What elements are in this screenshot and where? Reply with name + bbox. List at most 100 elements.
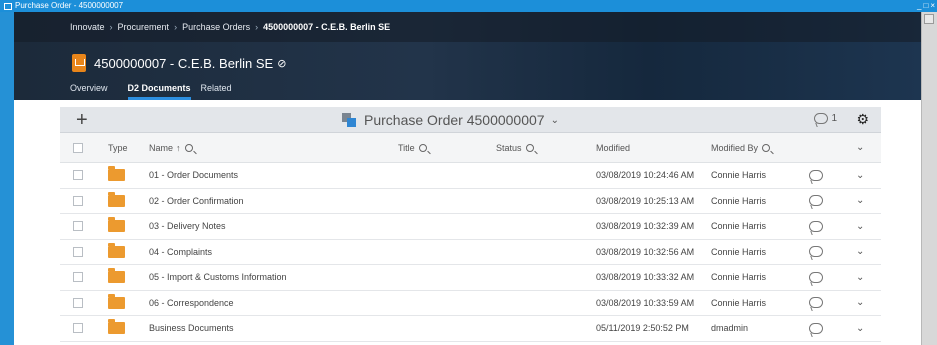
row-name[interactable]: Business Documents xyxy=(149,316,234,341)
row-checkbox[interactable] xyxy=(73,272,83,283)
comment-icon xyxy=(809,169,823,181)
row-comment-button[interactable] xyxy=(809,265,823,290)
search-icon[interactable] xyxy=(184,143,193,152)
expand-all-button[interactable]: ⌄ xyxy=(856,133,864,162)
breadcrumb-item-innovate[interactable]: Innovate xyxy=(70,22,105,32)
table-row[interactable]: 04 - Complaints 03/08/2019 10:32:56 AM C… xyxy=(60,240,881,265)
row-checkbox[interactable] xyxy=(73,246,83,257)
table-row[interactable]: 01 - Order Documents 03/08/2019 10:24:46… xyxy=(60,163,881,189)
vertical-scrollbar[interactable] xyxy=(921,12,937,345)
comments-button[interactable]: 1 xyxy=(814,113,837,124)
tab-overview[interactable]: Overview xyxy=(70,82,118,100)
row-checkbox[interactable] xyxy=(73,323,83,334)
row-modified-by: Connie Harris xyxy=(711,170,767,181)
comment-icon xyxy=(809,322,823,334)
maximize-button[interactable]: □ xyxy=(923,0,928,12)
row-checkbox[interactable] xyxy=(73,297,83,308)
minimize-button[interactable]: _ xyxy=(917,0,921,12)
row-checkbox[interactable] xyxy=(73,170,83,181)
breadcrumb-current: 4500000007 - C.E.B. Berlin SE xyxy=(263,22,391,32)
breadcrumb-separator-icon: › xyxy=(109,22,113,32)
row-select-cell xyxy=(73,163,83,188)
tab-related[interactable]: Related xyxy=(201,82,242,100)
column-header-status-label: Status xyxy=(496,142,522,153)
row-comment-button[interactable] xyxy=(809,214,823,239)
table-row[interactable]: 06 - Correspondence 03/08/2019 10:33:59 … xyxy=(60,291,881,316)
window-title: Purchase Order - 4500000007 xyxy=(15,1,124,10)
comment-icon xyxy=(809,220,823,232)
row-comment-button[interactable] xyxy=(809,189,823,214)
row-name[interactable]: 05 - Import & Customs Information xyxy=(149,265,287,290)
add-button[interactable]: + xyxy=(76,108,88,132)
row-expand-button[interactable]: ⌄ xyxy=(856,189,864,214)
chevron-down-icon: ⌄ xyxy=(856,297,865,309)
row-modified-by: dmadmin xyxy=(711,323,749,334)
row-type-cell xyxy=(108,189,125,214)
column-header-type[interactable]: Type xyxy=(108,133,128,162)
column-header-title[interactable]: Title xyxy=(398,133,427,162)
column-header-modified-by-label: Modified By xyxy=(711,142,759,153)
nav-tabs: Overview D2 Documents Related xyxy=(70,82,252,100)
comment-count: 1 xyxy=(831,113,837,124)
row-checkbox[interactable] xyxy=(73,195,83,206)
close-button[interactable]: × xyxy=(930,0,935,12)
purchase-order-icon xyxy=(72,54,86,72)
row-name[interactable]: 06 - Correspondence xyxy=(149,291,234,316)
row-type-cell xyxy=(108,214,125,239)
row-name[interactable]: 02 - Order Confirmation xyxy=(149,189,244,214)
table-row[interactable]: 05 - Import & Customs Information 03/08/… xyxy=(60,265,881,291)
column-header-modified[interactable]: Modified xyxy=(596,133,630,162)
row-select-cell xyxy=(73,291,83,316)
row-expand-button[interactable]: ⌄ xyxy=(856,316,864,341)
settings-button[interactable]: ⚙ xyxy=(856,111,869,128)
sort-ascending-icon[interactable]: ↑ xyxy=(176,143,181,153)
search-icon[interactable] xyxy=(418,143,427,152)
row-modified-by: Connie Harris xyxy=(711,297,767,308)
breadcrumb-item-procurement[interactable]: Procurement xyxy=(118,22,170,32)
search-icon[interactable] xyxy=(762,143,771,152)
row-comment-button[interactable] xyxy=(809,316,823,341)
row-modified-by: Connie Harris xyxy=(711,195,767,206)
panel-title-dropdown[interactable]: Purchase Order 4500000007 ⌄ xyxy=(342,107,559,133)
link-icon[interactable]: ⊘ xyxy=(277,57,286,70)
row-comment-button[interactable] xyxy=(809,240,823,265)
tab-d2-documents[interactable]: D2 Documents xyxy=(127,82,191,100)
table-header: Type Name ↑ Title Status Modified Modifi… xyxy=(60,133,881,163)
row-comment-button[interactable] xyxy=(809,291,823,316)
column-header-status[interactable]: Status xyxy=(496,133,534,162)
scroll-up-button[interactable] xyxy=(924,14,934,24)
folder-icon xyxy=(108,319,125,335)
select-all-checkbox[interactable] xyxy=(73,142,83,153)
column-header-name[interactable]: Name ↑ xyxy=(149,133,193,162)
column-header-title-label: Title xyxy=(398,142,415,153)
row-expand-button[interactable]: ⌄ xyxy=(856,265,864,290)
row-checkbox[interactable] xyxy=(73,221,83,232)
row-comment-button[interactable] xyxy=(809,163,823,188)
row-expand-button[interactable]: ⌄ xyxy=(856,214,864,239)
row-type-cell xyxy=(108,291,125,316)
row-select-cell xyxy=(73,189,83,214)
chevron-down-icon: ⌄ xyxy=(856,195,865,207)
row-name[interactable]: 01 - Order Documents xyxy=(149,163,238,188)
table-row[interactable]: Business Documents 05/11/2019 2:50:52 PM… xyxy=(60,316,881,342)
row-select-cell xyxy=(73,265,83,290)
row-type-cell xyxy=(108,265,125,290)
row-expand-button[interactable]: ⌄ xyxy=(856,291,864,316)
search-icon[interactable] xyxy=(525,143,534,152)
column-header-modified-by[interactable]: Modified By xyxy=(711,133,771,162)
row-type-cell xyxy=(108,316,125,341)
table-row[interactable]: 02 - Order Confirmation 03/08/2019 10:25… xyxy=(60,189,881,214)
chevron-down-icon: ⌄ xyxy=(856,220,865,232)
row-expand-button[interactable]: ⌄ xyxy=(856,163,864,188)
row-modified-by: Connie Harris xyxy=(711,272,767,283)
row-expand-button[interactable]: ⌄ xyxy=(856,240,864,265)
row-modified: 05/11/2019 2:50:52 PM xyxy=(596,323,689,334)
row-name[interactable]: 03 - Delivery Notes xyxy=(149,214,226,239)
window-controls: _ □ × xyxy=(917,0,935,12)
row-name[interactable]: 04 - Complaints xyxy=(149,240,212,265)
folder-icon xyxy=(108,293,125,309)
table-row[interactable]: 03 - Delivery Notes 03/08/2019 10:32:39 … xyxy=(60,214,881,240)
breadcrumb-item-purchase-orders[interactable]: Purchase Orders xyxy=(182,22,250,32)
chevron-down-icon: ⌄ xyxy=(856,169,865,181)
chevron-down-icon: ⌄ xyxy=(856,142,865,153)
